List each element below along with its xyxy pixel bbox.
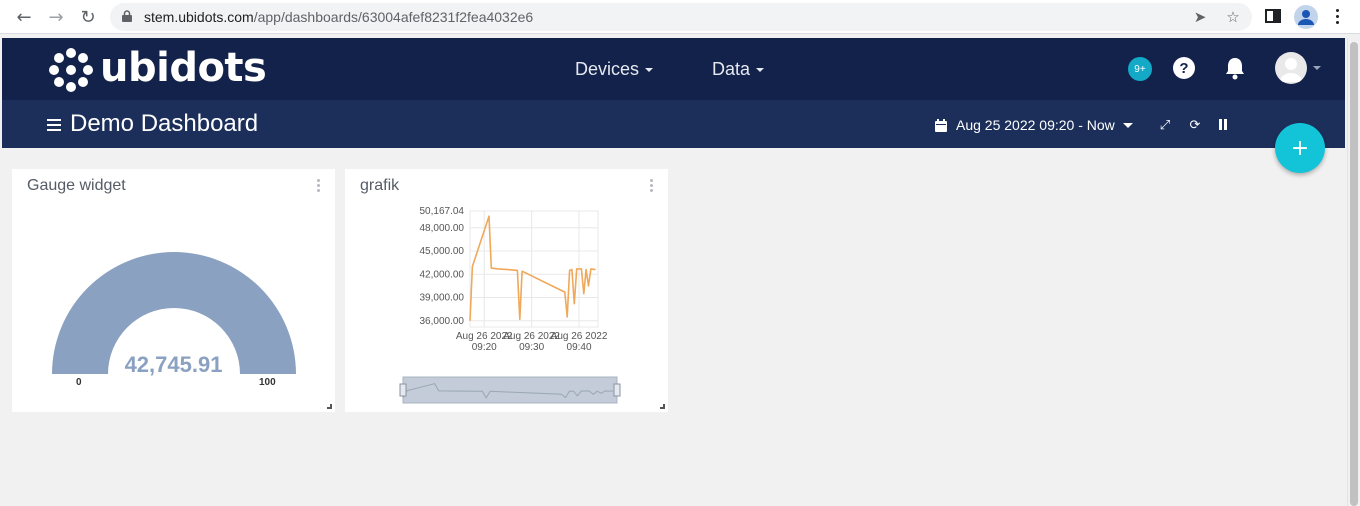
- y-tick-label: 36,000.00: [420, 316, 465, 327]
- date-range-picker[interactable]: Aug 25 2022 09:20 - Now: [935, 115, 1133, 135]
- chevron-down-icon: [645, 68, 654, 73]
- dashboard-bar: Demo Dashboard Aug 25 2022 09:20 - Now ⤢…: [2, 100, 1345, 148]
- chevron-down-icon: [756, 68, 765, 73]
- pause-icon[interactable]: [1218, 119, 1228, 130]
- add-widget-button[interactable]: +: [1275, 123, 1325, 173]
- refresh-icon[interactable]: ⟳: [1187, 117, 1203, 133]
- x-tick-time-label: 09:20: [472, 342, 497, 353]
- reload-icon[interactable]: ↻: [76, 5, 100, 29]
- sidepanel-icon[interactable]: [1265, 9, 1281, 23]
- scrollbar-thumb[interactable]: [1350, 42, 1358, 506]
- forward-icon[interactable]: →: [44, 5, 68, 29]
- gauge-widget: Gauge widget 42,745.91 0 100: [12, 169, 335, 412]
- y-tick-label: 42,000.00: [420, 269, 465, 280]
- gauge-max-label: 100: [259, 377, 276, 388]
- chevron-down-icon[interactable]: [1313, 66, 1321, 70]
- help-icon[interactable]: ?: [1173, 57, 1195, 79]
- line-chart-widget: grafik 50,167.04 48,000.00 45,000.00 42,000…: [345, 169, 668, 412]
- gauge-min-label: 0: [76, 377, 82, 388]
- y-tick-label: 50,167.04: [420, 206, 465, 217]
- back-icon[interactable]: ←: [12, 5, 36, 29]
- y-tick-label: 48,000.00: [420, 223, 465, 234]
- page-scrollbar[interactable]: [1347, 38, 1360, 506]
- ubidots-logo-icon[interactable]: [48, 47, 94, 93]
- logo-text[interactable]: ubidots: [100, 45, 267, 91]
- x-tick-time-label: 09:30: [519, 342, 544, 353]
- send-icon[interactable]: ➤: [1190, 7, 1210, 27]
- range-navigator: [402, 376, 618, 404]
- menu-data-label: Data: [712, 59, 751, 79]
- resize-handle[interactable]: [327, 404, 332, 409]
- menu-devices[interactable]: Devices: [575, 59, 654, 80]
- chevron-down-icon: [1122, 122, 1133, 128]
- hamburger-menu-icon[interactable]: [47, 119, 61, 131]
- kebab-menu-icon[interactable]: [1336, 9, 1340, 25]
- lock-icon: [122, 10, 132, 22]
- star-icon[interactable]: ☆: [1223, 7, 1243, 27]
- gauge-value: 42,745.91: [124, 352, 223, 377]
- notification-count-badge[interactable]: 9+: [1128, 57, 1152, 81]
- line-chart: 50,167.04 48,000.00 45,000.00 42,000.00 39,0…: [399, 206, 621, 404]
- date-range-label: Aug 25 2022 09:20 - Now: [956, 117, 1115, 133]
- navigator-left-handle: [399, 383, 407, 397]
- x-tick-time-label: 09:40: [567, 342, 592, 353]
- calendar-icon: [935, 118, 947, 132]
- user-avatar[interactable]: [1275, 52, 1307, 84]
- menu-devices-label: Devices: [575, 59, 640, 79]
- navigator-right-handle: [613, 383, 621, 397]
- y-tick-label: 45,000.00: [420, 246, 465, 257]
- resize-handle[interactable]: [660, 404, 665, 409]
- url-text: stem.ubidots.com/app/dashboards/63004afe…: [144, 9, 533, 25]
- url-path: /app/dashboards/63004afef8231f2fea4032e6: [253, 9, 534, 25]
- app: ubidots Devices Data 9+ ? Demo Dashboard: [2, 38, 1345, 506]
- profile-icon[interactable]: [1294, 5, 1318, 29]
- menu-data[interactable]: Data: [712, 59, 765, 80]
- browser-toolbar: ← → ↻ stem.ubidots.com/app/dashboards/63…: [0, 0, 1360, 34]
- x-tick-date-label: Aug 26 2022: [551, 331, 608, 342]
- fullscreen-icon[interactable]: ⤢: [1157, 117, 1173, 133]
- dashboard-title[interactable]: Demo Dashboard: [70, 110, 258, 138]
- user-icon: [1280, 58, 1302, 82]
- address-bar[interactable]: stem.ubidots.com/app/dashboards/63004afe…: [110, 3, 1252, 31]
- y-tick-label: 39,000.00: [420, 293, 465, 304]
- top-navbar: ubidots Devices Data 9+ ?: [2, 38, 1345, 100]
- bell-icon[interactable]: [1224, 56, 1246, 80]
- url-host: stem.ubidots.com: [144, 9, 254, 25]
